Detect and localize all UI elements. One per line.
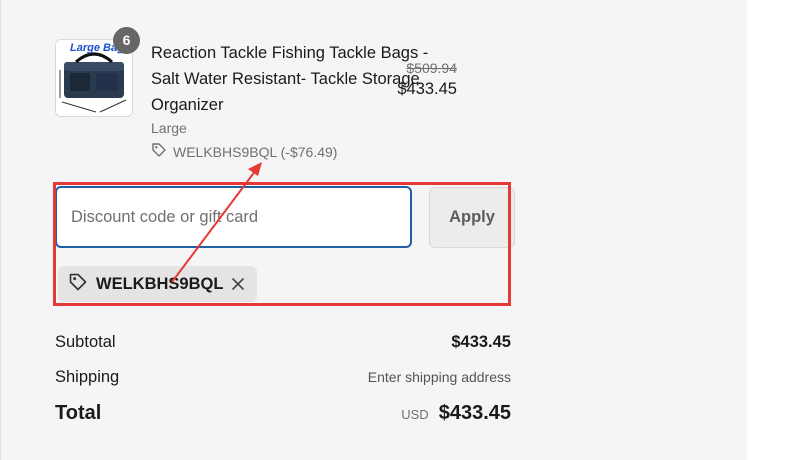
discount-text: WELKBHS9BQL (-$76.49) (173, 143, 338, 160)
subtotal-row: Subtotal $433.45 (55, 333, 511, 352)
discount-code-input[interactable] (55, 186, 412, 248)
shipping-label: Shipping (55, 368, 120, 386)
subtotal-value: $433.45 (451, 333, 511, 351)
total-row: Total USD $433.45 (55, 402, 511, 425)
shipping-value: Enter shipping address (367, 369, 511, 385)
original-price: $509.94 (406, 60, 457, 76)
current-price: $433.45 (397, 80, 457, 98)
close-icon[interactable] (231, 277, 245, 291)
total-amount: USD $433.45 (401, 402, 511, 425)
tag-icon (68, 272, 88, 297)
order-summary-panel: Large Bag 6 Reaction Tackle Fishing Tack… (0, 0, 747, 460)
quantity-badge: 6 (113, 27, 140, 54)
product-title: Reaction Tackle Fishing Tackle Bags - Sa… (151, 44, 429, 114)
tag-icon (151, 142, 167, 161)
product-variant: Large (151, 120, 187, 136)
applied-discount-line: WELKBHS9BQL (-$76.49) (151, 142, 337, 161)
total-label: Total (55, 402, 102, 424)
applied-code-chip: WELKBHS9BQL (58, 266, 258, 302)
subtotal-label: Subtotal (55, 333, 116, 351)
currency-code: USD (401, 407, 429, 422)
applied-code-label: WELKBHS9BQL (96, 274, 224, 293)
shipping-row: Shipping Enter shipping address (55, 368, 511, 387)
apply-button[interactable]: Apply (429, 187, 515, 248)
total-value: $433.45 (438, 402, 511, 424)
